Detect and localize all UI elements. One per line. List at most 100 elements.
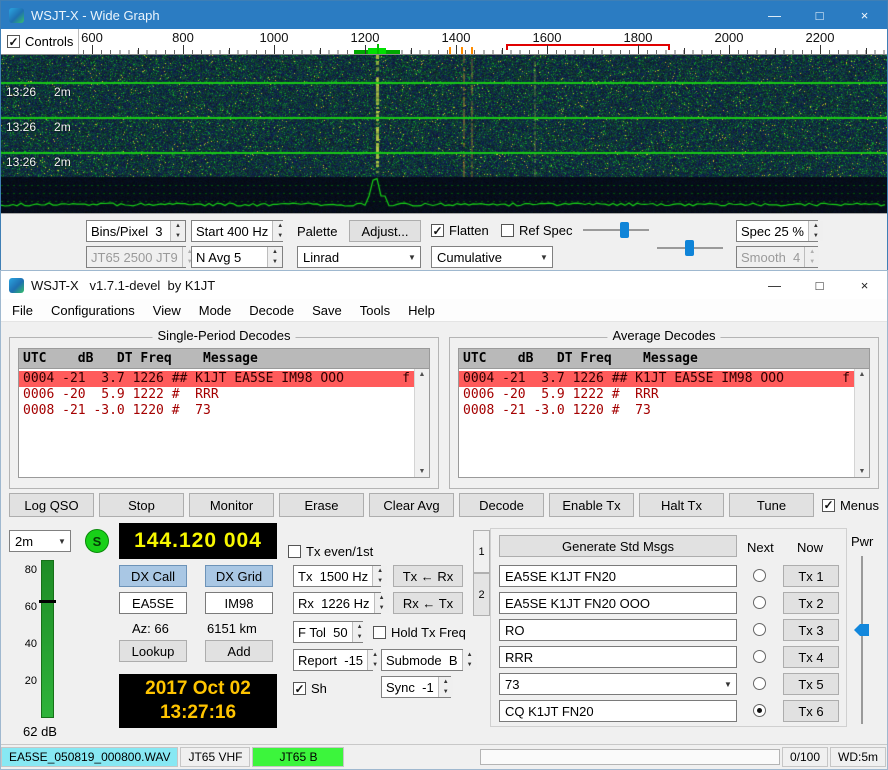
sh-toggle[interactable]: Sh (293, 681, 327, 696)
tx-message-4-field[interactable]: RRR (499, 646, 737, 668)
jt65-jt9-split-spinner[interactable]: JT65 2500 JT9 ▲▼ (86, 246, 186, 268)
decode-row[interactable]: 0008 -21 -3.0 1220 # 73 (459, 403, 854, 419)
decode-button[interactable]: Decode (459, 493, 544, 517)
dx-grid-button[interactable]: DX Grid (205, 565, 273, 587)
minimize-button[interactable]: — (752, 271, 797, 299)
tx-from-rx-button[interactable]: Tx ← Rx (393, 565, 463, 587)
tx-freq-spinner[interactable]: Tx 1500 Hz ▲▼ (293, 565, 381, 587)
tx-even-checkbox[interactable] (288, 545, 301, 558)
waterfall-gain-slider[interactable] (583, 221, 649, 239)
band-selector[interactable]: 2m ▼ (9, 530, 71, 552)
scroll-down-icon[interactable]: ▼ (859, 468, 866, 475)
monitor-button[interactable]: Monitor (189, 493, 274, 517)
spectrum-mode-selector[interactable]: Cumulative ▼ (431, 246, 553, 268)
spinner-arrows-icon[interactable]: ▲▼ (462, 650, 477, 670)
tx-message-2-field[interactable]: EA5SE K1JT FN20 OOO (499, 592, 737, 614)
flatten-checkbox[interactable] (431, 224, 444, 237)
decode-scrollbar[interactable]: ▲▼ (414, 369, 429, 477)
decode-row[interactable]: 0006 -20 5.9 1222 # RRR (459, 387, 854, 403)
decode-scrollbar[interactable]: ▲▼ (854, 369, 869, 477)
f-tol-spinner[interactable]: F Tol 50 ▲▼ (293, 621, 363, 643)
start-freq-spinner[interactable]: Start 400 Hz ▲▼ (191, 220, 283, 242)
report-spinner[interactable]: Report -15 ▲▼ (293, 649, 373, 671)
lookup-button[interactable]: Lookup (119, 640, 187, 662)
pwr-slider-handle[interactable] (854, 624, 869, 636)
spec-percent-spinner[interactable]: Spec 25 % ▲▼ (736, 220, 818, 242)
add-button[interactable]: Add (205, 640, 273, 662)
stop-button[interactable]: Stop (99, 493, 184, 517)
tx-message-3-field[interactable]: RO (499, 619, 737, 641)
tx-1-next-radio[interactable] (753, 569, 766, 582)
tx-3-next-radio[interactable] (753, 623, 766, 636)
menu-view[interactable]: View (144, 299, 190, 322)
adjust-palette-button[interactable]: Adjust... (349, 220, 421, 242)
spinner-arrows-icon[interactable]: ▲▼ (352, 622, 367, 642)
spinner-arrows-icon[interactable]: ▲▼ (808, 221, 823, 241)
main-titlebar[interactable]: WSJT-X v1.7.1-devel by K1JT — □ × (1, 271, 887, 299)
dx-grid-input[interactable]: IM98 (205, 592, 273, 614)
spinner-arrows-icon[interactable]: ▲▼ (272, 221, 287, 241)
enable-tx-button[interactable]: Enable Tx (549, 493, 634, 517)
close-button[interactable]: × (842, 271, 887, 299)
rx-from-tx-button[interactable]: Rx ← Tx (393, 592, 463, 614)
tx-4-now-button[interactable]: Tx 4 (783, 646, 839, 668)
menus-checkbox[interactable] (822, 499, 835, 512)
tx-2-now-button[interactable]: Tx 2 (783, 592, 839, 614)
tab-2[interactable]: 2 (473, 573, 490, 616)
spinner-arrows-icon[interactable]: ▲▼ (804, 247, 819, 267)
hold-tx-freq-toggle[interactable]: Hold Tx Freq (373, 625, 466, 640)
waterfall[interactable]: 13:262m13:262m13:262m (1, 55, 887, 213)
spinner-arrows-icon[interactable]: ▲▼ (438, 677, 453, 697)
scroll-up-icon[interactable]: ▲ (859, 371, 866, 378)
sh-checkbox[interactable] (293, 682, 306, 695)
tx-5-now-button[interactable]: Tx 5 (783, 673, 839, 695)
maximize-button[interactable]: □ (797, 1, 842, 29)
average-decode-rows[interactable]: 0004 -21 3.7 1226 ## K1JT EA5SE IM98 OOO… (459, 369, 854, 477)
spinner-arrows-icon[interactable]: ▲▼ (170, 221, 185, 241)
ref-spec-toggle[interactable]: Ref Spec (501, 223, 572, 238)
tx-message-1-field[interactable]: EA5SE K1JT FN20 (499, 565, 737, 587)
tune-button[interactable]: Tune (729, 493, 814, 517)
menus-toggle[interactable]: Menus (822, 498, 879, 513)
decode-row[interactable]: 0004 -21 3.7 1226 ## K1JT EA5SE IM98 OOO… (459, 371, 854, 387)
spinner-arrows-icon[interactable]: ▲▼ (372, 566, 387, 586)
controls-checkbox[interactable] (7, 35, 20, 48)
rx-freq-spinner[interactable]: Rx 1226 Hz ▲▼ (293, 592, 381, 614)
hold-tx-freq-checkbox[interactable] (373, 626, 386, 639)
dx-call-input[interactable]: EA5SE (119, 592, 187, 614)
tx-2-next-radio[interactable] (753, 596, 766, 609)
decode-row[interactable]: 0006 -20 5.9 1222 # RRR (19, 387, 414, 403)
menu-configurations[interactable]: Configurations (42, 299, 144, 322)
scroll-down-icon[interactable]: ▼ (419, 468, 426, 475)
waterfall-canvas[interactable] (1, 55, 887, 213)
single-period-decode-rows[interactable]: 0004 -21 3.7 1226 ## K1JT EA5SE IM98 OOO… (19, 369, 414, 477)
erase-button[interactable]: Erase (279, 493, 364, 517)
tx-6-now-button[interactable]: Tx 6 (783, 700, 839, 722)
close-button[interactable]: × (842, 1, 887, 29)
submode-spinner[interactable]: Submode B ▲▼ (381, 649, 463, 671)
menu-mode[interactable]: Mode (190, 299, 241, 322)
tx-message-6-field[interactable]: CQ K1JT FN20 (499, 700, 737, 722)
tx-5-next-radio[interactable] (753, 677, 766, 690)
tab-1[interactable]: 1 (473, 530, 490, 573)
tx-4-next-radio[interactable] (753, 650, 766, 663)
menu-tools[interactable]: Tools (351, 299, 399, 322)
tx-3-now-button[interactable]: Tx 3 (783, 619, 839, 641)
pwr-slider[interactable] (854, 556, 870, 724)
ref-spec-checkbox[interactable] (501, 224, 514, 237)
spinner-arrows-icon[interactable]: ▲▼ (374, 593, 389, 613)
smooth-spinner[interactable]: Smooth 4 ▲▼ (736, 246, 818, 268)
palette-selector[interactable]: Linrad ▼ (297, 246, 421, 268)
menu-save[interactable]: Save (303, 299, 351, 322)
clear-avg-button[interactable]: Clear Avg (369, 493, 454, 517)
waterfall-zero-slider[interactable] (657, 239, 723, 257)
sync-spinner[interactable]: Sync -1 ▲▼ (381, 676, 451, 698)
decode-row[interactable]: 0004 -21 3.7 1226 ## K1JT EA5SE IM98 OOO… (19, 371, 414, 387)
menu-help[interactable]: Help (399, 299, 444, 322)
menu-decode[interactable]: Decode (240, 299, 303, 322)
maximize-button[interactable]: □ (797, 271, 842, 299)
n-avg-spinner[interactable]: N Avg 5 ▲▼ (191, 246, 283, 268)
log-qso-button[interactable]: Log QSO (9, 493, 94, 517)
spinner-arrows-icon[interactable]: ▲▼ (367, 650, 382, 670)
controls-toggle[interactable]: Controls (1, 29, 79, 54)
